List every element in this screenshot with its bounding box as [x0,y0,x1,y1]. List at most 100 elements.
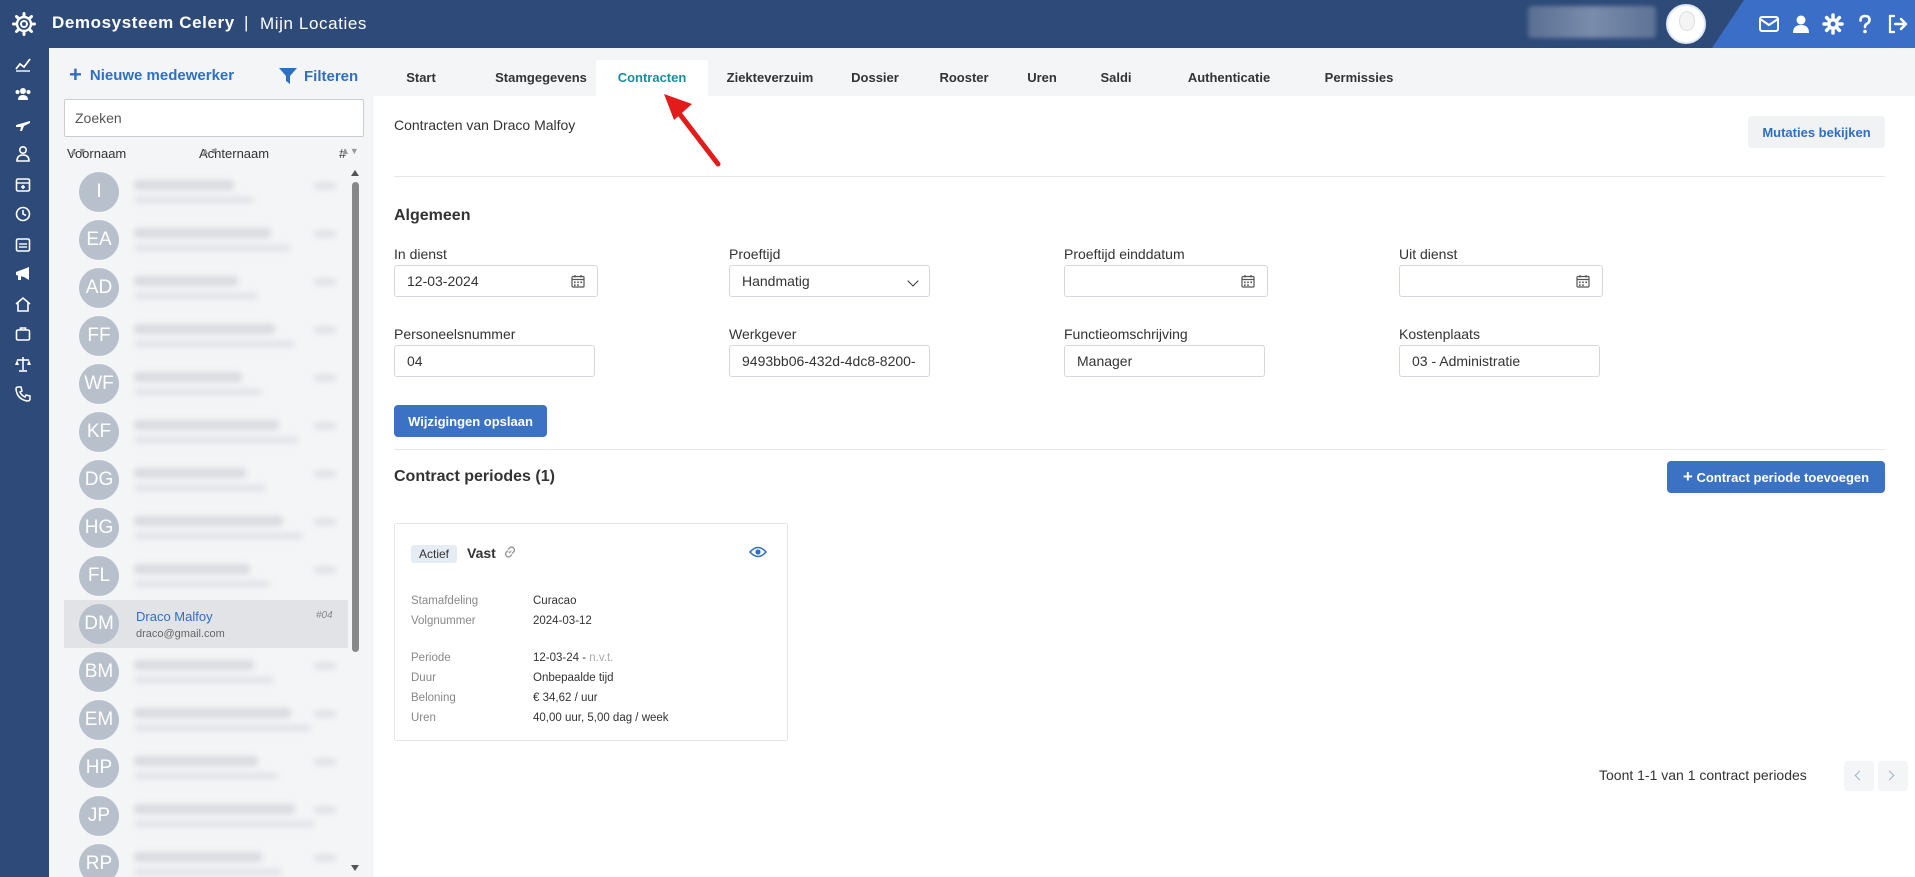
search-input[interactable] [64,99,364,137]
link-icon[interactable] [503,545,517,559]
logout-icon[interactable] [1886,13,1908,35]
tab-contracten[interactable]: Contracten [596,60,708,96]
view-mutations-button[interactable]: Mutaties bekijken [1748,116,1885,148]
person-icon[interactable] [14,145,32,163]
plus-icon: + [1682,467,1693,486]
calendar-icon[interactable] [571,274,585,288]
blurred-employee-number [314,710,336,718]
user-avatar[interactable] [1666,4,1706,44]
probation-end-date-field[interactable] [1064,265,1268,297]
list-item[interactable]: FL [64,552,348,600]
tab-start[interactable]: Start [374,60,468,96]
home-icon[interactable] [14,295,32,313]
chart-icon[interactable] [14,55,32,73]
avatar: DM [79,604,119,644]
user-icon[interactable] [1790,13,1812,35]
left-navigation [0,48,49,877]
settings-gear-logo-icon[interactable] [12,12,36,36]
in-service-date-field[interactable]: 12-03-2024 [394,265,598,297]
tab-stamgegevens[interactable]: Stamgegevens [468,60,614,96]
list-item[interactable]: BM [64,648,348,696]
tab-authenticatie[interactable]: Authenticatie [1158,60,1300,96]
list-item[interactable]: AD [64,264,348,312]
blurred-user-info [1528,6,1656,38]
list-item[interactable]: EA [64,216,348,264]
calendar-icon[interactable] [1241,274,1255,288]
list-item[interactable]: KF [64,408,348,456]
calendar-icon[interactable] [14,175,32,193]
list-item[interactable]: WF [64,360,348,408]
blurred-employee-number [314,854,336,862]
blurred-employee-email [134,532,303,540]
list-item[interactable]: JP [64,792,348,840]
header-actions-panel [1712,0,1915,48]
blurred-employee-name [134,276,238,286]
tab-rooster[interactable]: Rooster [918,60,1010,96]
chevron-down-icon [907,275,919,287]
scroll-thumb[interactable] [352,182,359,652]
function-field[interactable]: Manager [1064,345,1265,377]
list-item[interactable]: DG [64,456,348,504]
list-item[interactable]: DM Draco Malfoy draco@gmail.com #04 [64,600,348,648]
calendar-list-icon[interactable] [14,235,32,253]
tab-ziekteverzuim[interactable]: Ziekteverzuim [708,60,832,96]
avatar: HG [79,508,119,548]
detail-label: Volgnummer [411,615,476,627]
employer-field[interactable]: 9493bb06-432d-4dc8-8200- [729,345,930,377]
list-item[interactable]: HG [64,504,348,552]
calendar-icon[interactable] [1576,274,1590,288]
list-item[interactable]: RP [64,840,348,877]
probation-select[interactable]: Handmatig [729,265,930,297]
plane-icon[interactable] [14,115,32,133]
blurred-employee-name [134,228,271,238]
list-item[interactable]: I [64,168,348,216]
tab-dossier[interactable]: Dossier [832,60,918,96]
scale-icon[interactable] [14,355,32,373]
detail-label: Stamafdeling [411,595,479,607]
blurred-employee-name [134,564,250,574]
status-badge: Actief [411,545,458,563]
tab-saldi[interactable]: Saldi [1074,60,1158,96]
section-title-general: Algemeen [394,207,471,224]
scroll-down-icon[interactable] [351,865,359,871]
next-page-button[interactable] [1878,761,1908,791]
list-item[interactable]: FF [64,312,348,360]
blurred-employee-number [314,182,336,190]
chevron-right-icon [1884,770,1895,781]
cost-center-field[interactable]: 03 - Administratie [1399,345,1600,377]
filter-icon [279,68,297,84]
blurred-employee-number [314,326,336,334]
megaphone-icon[interactable] [14,265,32,283]
save-changes-button[interactable]: Wijzigingen opslaan [394,405,547,437]
list-item[interactable]: HP [64,744,348,792]
employee-list-scrollbar[interactable] [349,168,361,877]
scroll-up-icon[interactable] [351,170,359,176]
users-icon[interactable] [14,85,32,103]
location-title[interactable]: Mijn Locaties [260,14,367,34]
employer-label: Werkgever [729,326,797,342]
avatar: HP [79,748,119,788]
briefcase-icon[interactable] [14,325,32,343]
personnel-number-field[interactable]: 04 [394,345,595,377]
blurred-employee-email [134,484,266,492]
detail-value: Onbepaalde tijd [533,672,614,684]
filter-button[interactable]: Filteren [278,66,358,86]
list-item[interactable]: EM [64,696,348,744]
phone-icon[interactable] [14,385,32,403]
tab-permissies[interactable]: Permissies [1300,60,1418,96]
chevron-left-icon [1854,770,1865,781]
blurred-employee-name [134,420,279,430]
blurred-employee-number [314,758,336,766]
mail-icon[interactable] [1758,13,1780,35]
blurred-employee-name [134,468,246,478]
new-employee-button[interactable]: + Nieuwe medewerker [69,64,234,86]
tab-uren[interactable]: Uren [1010,60,1074,96]
previous-page-button[interactable] [1844,761,1874,791]
out-service-date-field[interactable] [1399,265,1603,297]
eye-icon[interactable] [749,545,767,559]
filter-label: Filteren [304,67,359,85]
gear-icon[interactable] [1822,13,1844,35]
add-contract-period-button[interactable]: + Contract periode toevoegen [1667,461,1885,493]
help-icon[interactable] [1854,13,1876,35]
clock-icon[interactable] [14,205,32,223]
